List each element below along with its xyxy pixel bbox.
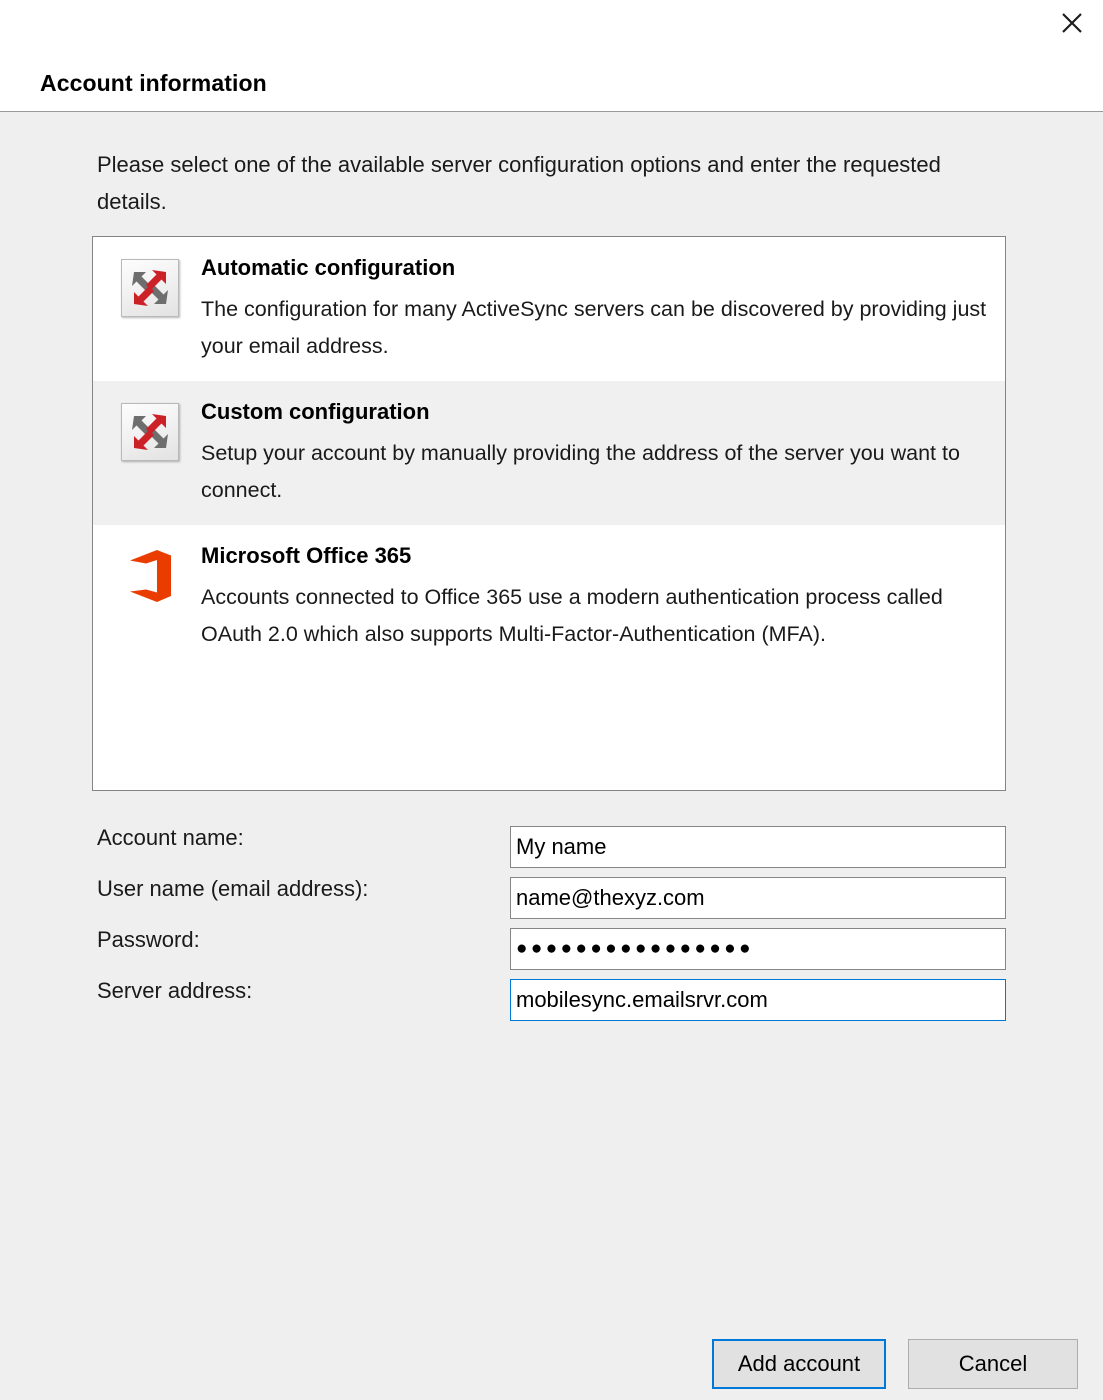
account-name-input[interactable]	[510, 826, 1006, 868]
option-title: Microsoft Office 365	[201, 543, 412, 568]
dialog-titlebar: Account information	[0, 0, 1103, 112]
activesync-exchange-icon	[117, 397, 183, 461]
form-row-user-name: User name (email address):	[0, 864, 1103, 919]
form-row-server-address: Server address:	[0, 966, 1103, 1021]
office-365-glyph	[130, 550, 171, 602]
server-configuration-options-list[interactable]: Automatic configuration The configuratio…	[92, 236, 1006, 791]
account-details-form: Account name: User name (email address):…	[0, 813, 1103, 1021]
microsoft-office-365-icon	[117, 541, 183, 605]
option-title: Custom configuration	[201, 399, 430, 424]
close-glyph	[1062, 13, 1082, 33]
page-title: Account information	[40, 70, 267, 96]
intro-text: Please select one of the available serve…	[97, 152, 941, 214]
password-input[interactable]: ●●●●●●●●●●●●●●●●	[510, 928, 1006, 970]
user-name-input[interactable]	[510, 877, 1006, 919]
option-microsoft-office-365[interactable]: Microsoft Office 365 Accounts connected …	[93, 525, 1005, 669]
activesync-exchange-icon-frame	[121, 259, 179, 317]
option-title: Automatic configuration	[201, 255, 456, 280]
cancel-button[interactable]: Cancel	[908, 1339, 1078, 1389]
server-address-label: Server address:	[97, 978, 253, 1003]
form-row-password: Password: ●●●●●●●●●●●●●●●●	[0, 915, 1103, 970]
add-account-button[interactable]: Add account	[712, 1339, 886, 1389]
option-description: The configuration for many ActiveSync se…	[201, 297, 987, 358]
close-icon[interactable]	[1041, 0, 1103, 46]
option-description: Accounts connected to Office 365 use a m…	[201, 585, 943, 646]
option-description: Setup your account by manually providing…	[201, 441, 960, 502]
exchange-arrows-glyph	[132, 270, 168, 306]
dialog-body: Please select one of the available serve…	[0, 113, 1103, 1400]
option-custom-configuration[interactable]: Custom configuration Setup your account …	[93, 381, 1005, 525]
option-text-block: Microsoft Office 365 Accounts connected …	[201, 541, 993, 653]
option-text-block: Automatic configuration The configuratio…	[201, 253, 993, 365]
user-name-label: User name (email address):	[97, 876, 369, 901]
activesync-exchange-icon-frame	[121, 403, 179, 461]
form-row-account-name: Account name:	[0, 813, 1103, 868]
account-name-label: Account name:	[97, 825, 244, 850]
exchange-arrows-glyph	[132, 414, 168, 450]
option-automatic-configuration[interactable]: Automatic configuration The configuratio…	[93, 237, 1005, 381]
dialog-footer: Add account Cancel	[0, 1325, 1103, 1400]
option-text-block: Custom configuration Setup your account …	[201, 397, 993, 509]
activesync-exchange-icon	[117, 253, 183, 317]
password-label: Password:	[97, 927, 200, 952]
server-address-input[interactable]	[510, 979, 1006, 1021]
